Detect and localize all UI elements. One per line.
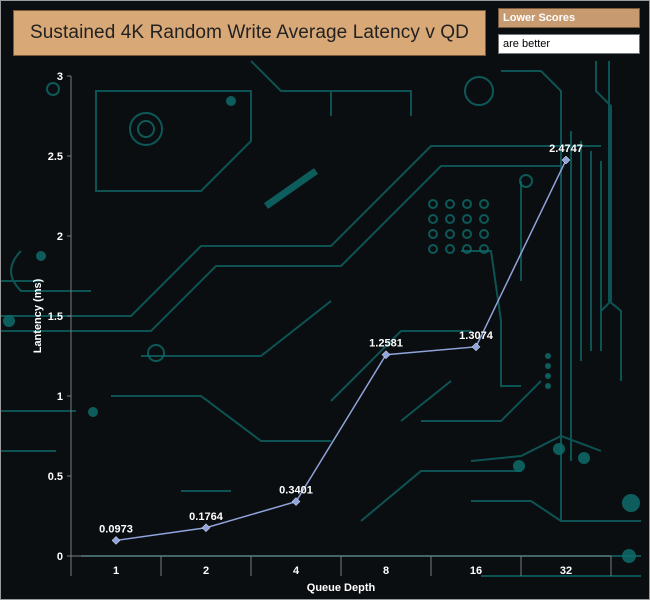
data-point-marker xyxy=(471,342,481,352)
data-label: 0.0973 xyxy=(99,523,133,535)
x-tick-label: 16 xyxy=(470,565,482,577)
y-axis-title: Lantency (ms) xyxy=(32,278,44,353)
marker-group xyxy=(111,155,571,545)
y-tick-label: 3 xyxy=(57,71,63,83)
x-tick-group: 1 2 4 8 16 32 xyxy=(70,556,612,577)
data-label: 0.1764 xyxy=(189,511,224,523)
data-point-marker xyxy=(561,155,571,165)
data-label: 0.3401 xyxy=(279,485,313,497)
y-tick-label: 0.5 xyxy=(48,471,63,483)
x-tick-label: 4 xyxy=(293,565,300,577)
x-axis-title: Queue Depth xyxy=(307,582,376,594)
y-tick-label: 2 xyxy=(57,231,63,243)
x-tick-label: 2 xyxy=(203,565,209,577)
data-label-group: 0.0973 0.1764 0.3401 1.2581 1.3074 2.4747 xyxy=(99,143,583,535)
y-tick-group: 0 0.5 1 1.5 2 2.5 3 xyxy=(48,71,71,563)
latency-line-chart: 0 0.5 1 1.5 2 2.5 3 1 2 4 8 16 32 0.0973 0.1764 0.340… xyxy=(32,71,612,594)
x-tick-label: 32 xyxy=(560,565,572,577)
y-tick-label: 1.5 xyxy=(48,311,63,323)
y-tick-label: 1 xyxy=(57,391,63,403)
data-label: 1.3074 xyxy=(459,330,494,342)
data-point-marker xyxy=(201,523,211,533)
data-point-marker xyxy=(111,536,121,545)
x-tick-label: 8 xyxy=(383,565,389,577)
y-tick-label: 2.5 xyxy=(48,151,63,163)
x-tick-label: 1 xyxy=(113,565,119,577)
chart-frame: Sustained 4K Random Write Average Latenc… xyxy=(0,0,650,600)
data-label: 1.2581 xyxy=(369,338,403,350)
y-tick-label: 0 xyxy=(57,551,63,563)
series-line xyxy=(115,159,567,542)
data-point-marker xyxy=(381,350,391,360)
data-label: 2.4747 xyxy=(549,143,583,155)
data-point-marker xyxy=(291,497,301,506)
